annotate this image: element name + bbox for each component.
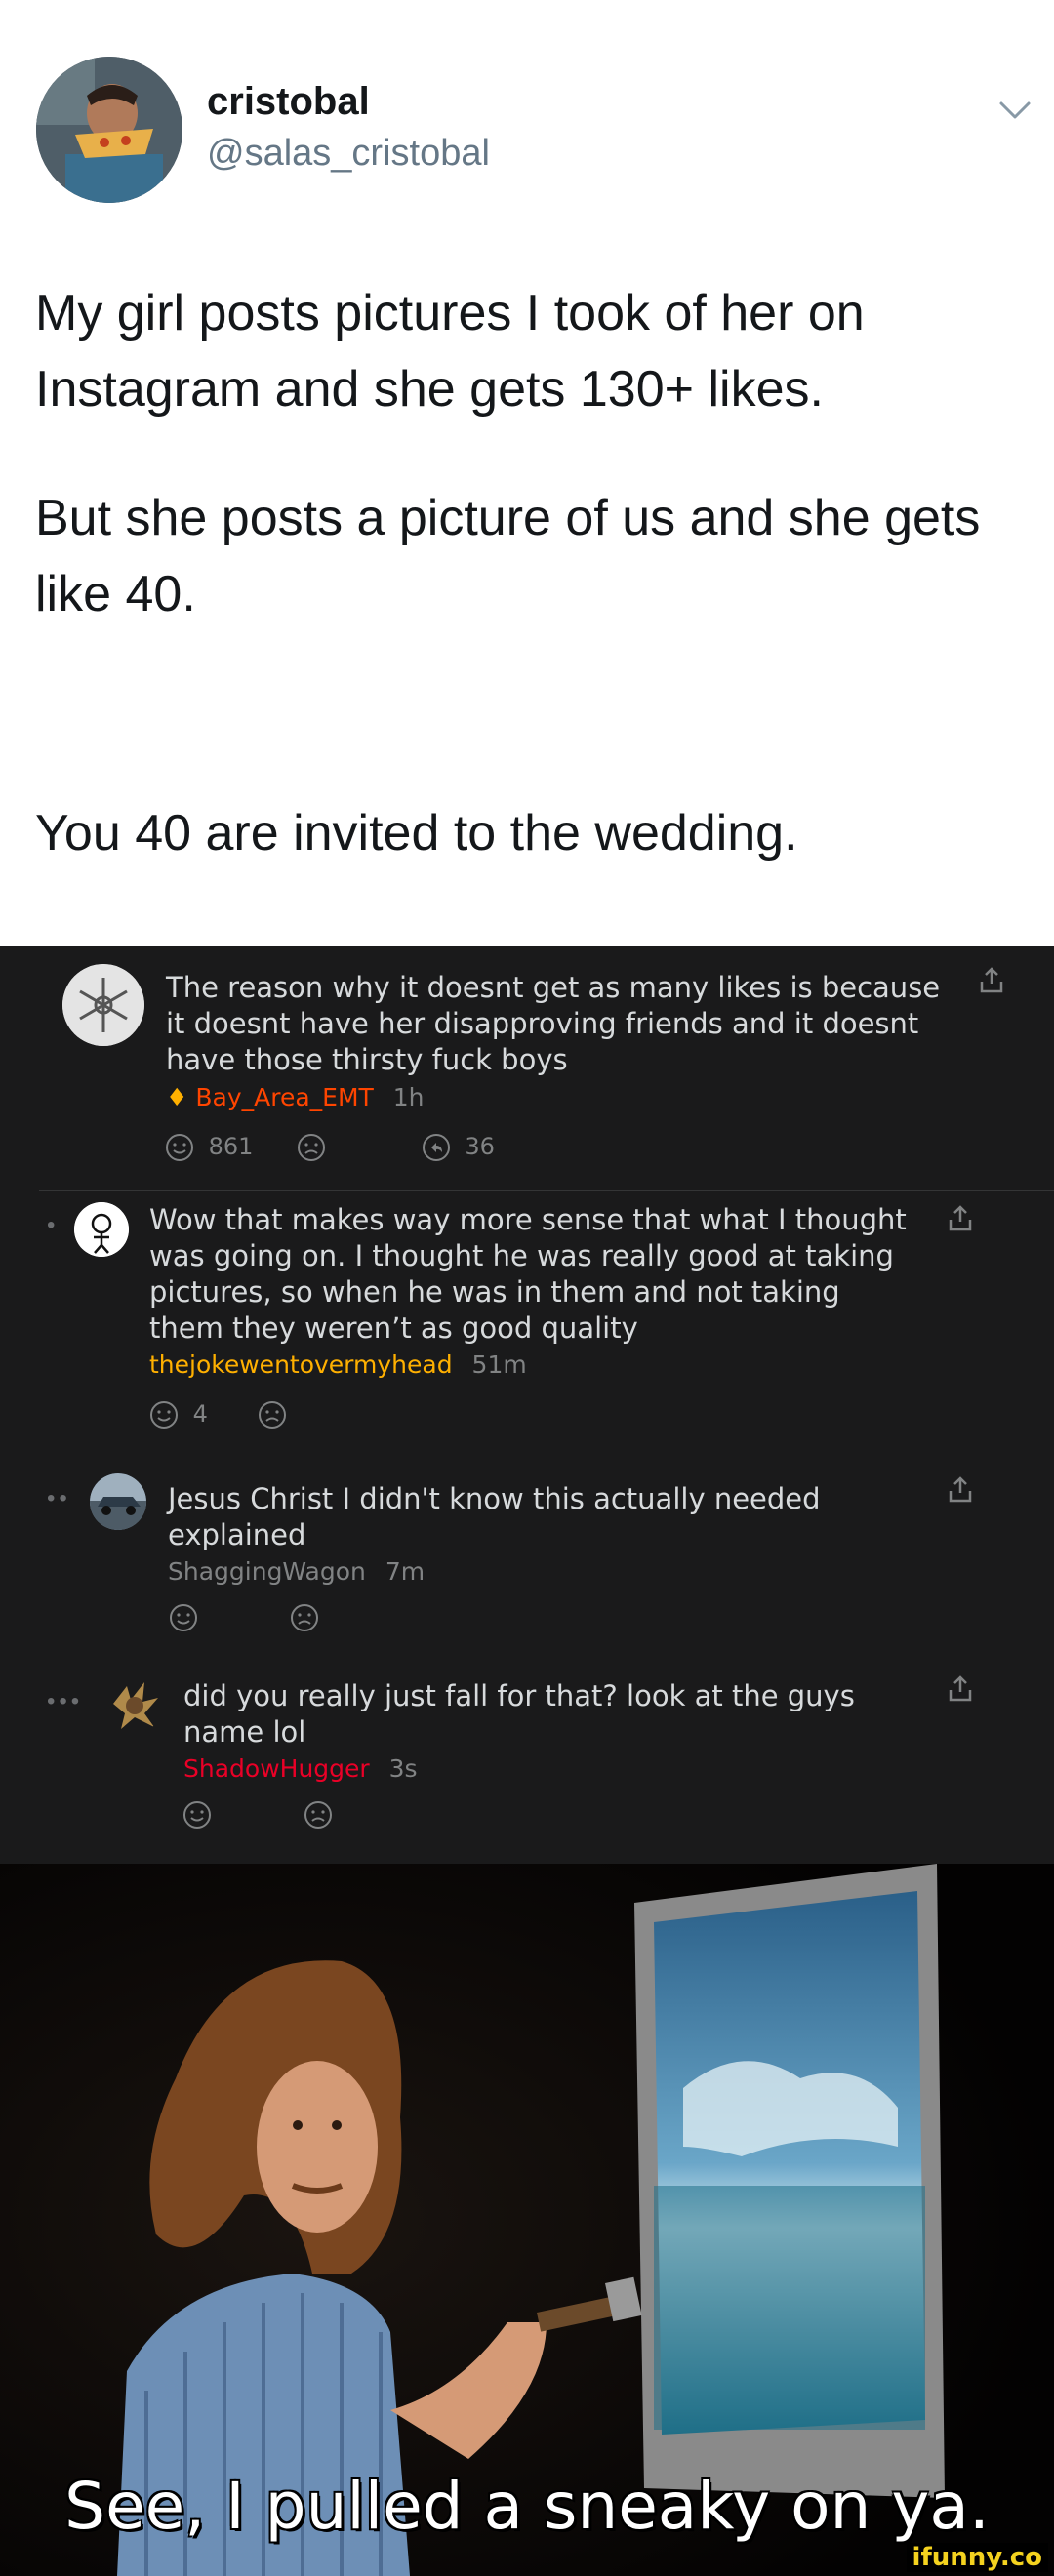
downvote-frown-icon[interactable]: [303, 1799, 334, 1831]
comment-time: 51m: [471, 1350, 527, 1379]
downvote-frown-icon[interactable]: [257, 1399, 288, 1430]
share-icon[interactable]: [978, 966, 1005, 995]
upvote-smile-icon[interactable]: [182, 1799, 213, 1831]
chevron-down-icon[interactable]: [995, 96, 1034, 125]
upvote-count: 861: [208, 1133, 254, 1160]
tweet-card: cristobal @salas_cristobal My girl posts…: [0, 0, 1054, 946]
user-avatar[interactable]: [62, 964, 144, 1046]
reply-count: 36: [465, 1133, 495, 1160]
profile-avatar[interactable]: [36, 57, 182, 203]
downvote-frown-icon[interactable]: [289, 1602, 320, 1633]
meme-caption: See, I pulled a sneaky on ya.: [64, 2469, 990, 2544]
watermark-logo: ifunny.co: [906, 2543, 1048, 2572]
comment-meta: thejokewentovermyhead 51m: [149, 1350, 527, 1379]
tweet-text-line1: My girl posts pictures I took of her on …: [35, 285, 865, 418]
share-icon[interactable]: [947, 1475, 974, 1505]
thread-depth-indicator: •: [47, 1212, 60, 1238]
user-handle[interactable]: @salas_cristobal: [207, 133, 490, 175]
comment-divider: [39, 1190, 1054, 1191]
comment-text: Jesus Christ I didn't know this actually…: [168, 1482, 821, 1551]
comment-meta: ShaggingWagon 7m: [168, 1557, 425, 1586]
share-icon[interactable]: [947, 1674, 974, 1704]
comment-username[interactable]: thejokewentovermyhead: [149, 1350, 453, 1379]
comment-item: •• Jesus Christ I didn't know this actua…: [0, 1462, 1054, 1657]
display-name[interactable]: cristobal: [207, 80, 370, 124]
comment-actions: [182, 1799, 334, 1831]
comment-time: 3s: [388, 1754, 418, 1783]
upvote-smile-icon[interactable]: [148, 1399, 180, 1430]
comment-text: did you really just fall for that? look …: [183, 1679, 855, 1749]
comment-username[interactable]: ShaggingWagon: [168, 1557, 366, 1586]
user-avatar[interactable]: [90, 1473, 146, 1530]
tweet-text-line3: You 40 are invited to the wedding.: [35, 805, 798, 862]
comment-meta: ♦ Bay_Area_EMT 1h: [166, 1083, 425, 1111]
comment-item: The reason why it doesnt get as many lik…: [0, 946, 1054, 1190]
comment-username[interactable]: ShadowHugger: [183, 1754, 370, 1783]
user-avatar[interactable]: [74, 1202, 129, 1257]
award-icon: ♦: [166, 1083, 188, 1111]
comments-thread: The reason why it doesnt get as many lik…: [0, 946, 1054, 1864]
thread-depth-indicator: •••: [47, 1688, 84, 1714]
downvote-frown-icon[interactable]: [296, 1132, 327, 1163]
comment-actions: 861 36: [164, 1132, 495, 1163]
user-avatar[interactable]: [105, 1674, 164, 1733]
reply-icon[interactable]: [421, 1132, 452, 1163]
comment-actions: 4: [148, 1399, 288, 1430]
comment-text: Wow that makes way more sense that what …: [149, 1203, 907, 1345]
thread-depth-indicator: ••: [47, 1485, 71, 1511]
comment-time: 7m: [385, 1557, 426, 1586]
upvote-smile-icon[interactable]: [168, 1602, 199, 1633]
comment-username[interactable]: Bay_Area_EMT: [195, 1083, 373, 1111]
comment-item: ••• did you really just fall for that? l…: [0, 1659, 1054, 1864]
comment-actions: [168, 1602, 320, 1633]
meme-image: See, I pulled a sneaky on ya. ifunny.co: [0, 1864, 1054, 2576]
share-icon[interactable]: [947, 1204, 974, 1233]
comment-meta: ShadowHugger 3s: [183, 1754, 418, 1783]
comment-item: • Wow that makes way more sense that wha…: [0, 1192, 1054, 1456]
comment-text: The reason why it doesnt get as many lik…: [166, 971, 941, 1076]
comment-time: 1h: [392, 1083, 425, 1111]
upvote-smile-icon[interactable]: [164, 1132, 195, 1163]
upvote-count: 4: [192, 1400, 208, 1428]
tweet-text-line2: But she posts a picture of us and she ge…: [35, 490, 981, 623]
